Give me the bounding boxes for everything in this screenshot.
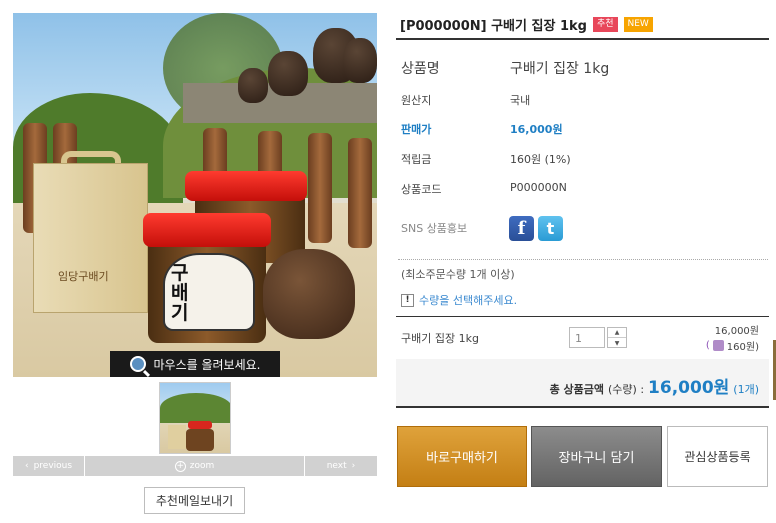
total-box: 총 상품금액 (수량) : 16,000원 (1개) xyxy=(396,359,769,408)
option-price: 16,000원 xyxy=(714,326,759,337)
zoom-button[interactable]: + zoom xyxy=(85,456,304,476)
gift-box-text: 임당구배기 xyxy=(58,270,109,283)
image-post xyxy=(308,133,332,243)
product-title: [P000000N] 구배기 집장 1kg xyxy=(400,19,587,34)
product-title-row: [P000000N] 구배기 집장 1kg 추천 NEW xyxy=(400,15,653,34)
origin-label: 원산지 xyxy=(401,94,432,107)
add-to-wishlist-button[interactable]: 관심상품등록 xyxy=(667,426,768,487)
add-to-cart-button[interactable]: 장바구니 담기 xyxy=(531,426,662,487)
name-value: 구배기 집장 1kg xyxy=(510,61,610,77)
quantity-notice-text: 수량을 선택해주세요. xyxy=(419,294,518,307)
chevron-left-icon: ‹ xyxy=(24,461,29,471)
zoom-label: zoom xyxy=(189,461,215,471)
quantity-notice: ! 수량을 선택해주세요. xyxy=(401,292,517,308)
front-tub-lid xyxy=(143,213,271,247)
jar-label-text: 구배기 xyxy=(171,262,189,324)
twitter-icon[interactable]: t xyxy=(538,216,563,241)
info-row-name: 상품명 구배기 집장 1kg xyxy=(401,58,609,78)
image-post xyxy=(348,138,372,248)
points-icon xyxy=(712,340,724,351)
origin-value: 국내 xyxy=(510,94,531,107)
previous-button[interactable]: ‹ previous xyxy=(13,456,85,476)
total-qty-note: (수량) : xyxy=(608,383,645,396)
zoom-hint: 마우스를 올려보세요. xyxy=(110,351,280,377)
paren-open: ( xyxy=(705,340,710,351)
product-image[interactable]: 임당구배기 구배기 xyxy=(13,13,377,377)
total-amount: 16,000원 xyxy=(648,378,730,398)
total-label: 총 상품금액 xyxy=(549,383,605,396)
recommend-badge: 추천 xyxy=(592,17,618,32)
code-value: P000000N xyxy=(510,181,567,194)
info-row-price: 판매가 16,000원 xyxy=(401,121,563,137)
total-count: (1개) xyxy=(733,383,759,396)
magnifier-icon xyxy=(129,356,146,372)
info-row-origin: 원산지 국내 xyxy=(401,92,530,108)
thumbnail-image[interactable] xyxy=(159,382,231,454)
thumb-hill xyxy=(160,393,230,423)
option-points: ( 160원) xyxy=(706,338,759,353)
points-label: 적립금 xyxy=(401,153,432,166)
back-tub-lid xyxy=(185,171,307,201)
total-price: 총 상품금액 (수량) : 16,000원 (1개) xyxy=(550,373,759,398)
recommend-email-button[interactable]: 추천메일보내기 xyxy=(144,487,245,514)
chevron-right-icon: › xyxy=(351,461,356,471)
quantity-stepper[interactable]: ▲ ▼ xyxy=(607,327,627,348)
min-order-text: (최소주문수량 1개 이상) xyxy=(401,268,515,281)
thumb-lid xyxy=(188,421,212,429)
next-button[interactable]: next › xyxy=(304,456,377,476)
quantity-input[interactable]: 1 xyxy=(569,327,605,348)
code-label: 상품코드 xyxy=(401,183,442,196)
increase-icon[interactable]: ▲ xyxy=(608,328,626,338)
dotted-divider xyxy=(398,259,768,260)
gift-box xyxy=(33,163,148,313)
title-divider xyxy=(396,38,769,40)
zoom-hint-text: 마우스를 올려보세요. xyxy=(153,357,261,372)
points-value: 160원 (1%) xyxy=(510,153,571,166)
price-label: 판매가 xyxy=(401,123,432,136)
price-value: 16,000원 xyxy=(510,123,563,136)
sns-label: SNS 상품홍보 xyxy=(401,222,468,235)
thumb-tub xyxy=(186,429,214,451)
next-label: next xyxy=(326,461,347,471)
thumbnail-nav: ‹ previous + zoom next › xyxy=(13,456,377,476)
image-crock xyxy=(238,68,268,103)
exclamation-icon: ! xyxy=(401,293,414,307)
name-label: 상품명 xyxy=(401,61,440,77)
option-name: 구배기 집장 1kg xyxy=(401,332,479,345)
image-small-pot xyxy=(263,249,355,339)
info-row-points: 적립금 160원 (1%) xyxy=(401,151,571,167)
thumb-box xyxy=(168,425,186,449)
previous-label: previous xyxy=(33,461,73,471)
decrease-icon[interactable]: ▼ xyxy=(608,338,626,348)
info-row-code: 상품코드 P000000N xyxy=(401,181,567,197)
new-badge: NEW xyxy=(623,17,653,32)
option-points-value: 160원) xyxy=(726,342,759,353)
info-row-sns: SNS 상품홍보 xyxy=(401,220,467,236)
facebook-icon[interactable]: f xyxy=(509,216,534,241)
option-divider xyxy=(396,316,769,317)
plus-icon: + xyxy=(174,460,186,472)
image-crock xyxy=(268,51,308,96)
buy-now-button[interactable]: 바로구매하기 xyxy=(397,426,527,487)
image-crock xyxy=(343,38,377,83)
